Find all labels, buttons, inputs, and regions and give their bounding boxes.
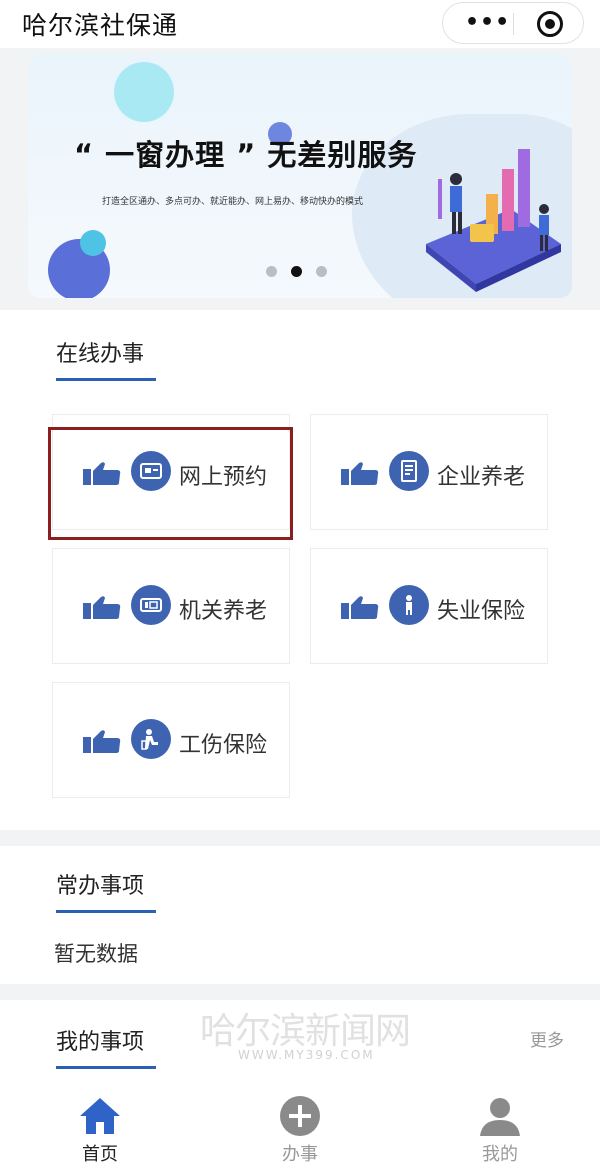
banner-tagline: 打造全区通办、多点可办、就近能办、网上易办、移动快办的模式: [102, 197, 364, 207]
section-title: 我的事项: [56, 1030, 145, 1055]
tab-services[interactable]: 办事: [240, 1086, 360, 1171]
section-underline: [56, 378, 156, 381]
watermark-url: WWW.MY399.COM: [238, 1048, 375, 1062]
pointing-hand-icon: [83, 730, 121, 753]
banner-carousel[interactable]: “ 一窗办理 ” 无差别服务 打造全区通办、多点可办、就近能办、网上易办、移动快…: [28, 54, 572, 298]
section-underline: [56, 1066, 156, 1069]
service-tile-agency-pension[interactable]: 机关养老: [52, 548, 290, 664]
carousel-dot[interactable]: [316, 266, 327, 277]
id-card-icon: [131, 585, 171, 625]
more-link[interactable]: 更多: [530, 1026, 564, 1051]
plus-circle-icon: [280, 1096, 320, 1136]
injury-icon: [131, 719, 171, 759]
tile-label: 工伤保险: [179, 733, 268, 758]
top-bar: 哈尔滨社保通 •••: [0, 0, 600, 48]
tile-label: 机关养老: [179, 599, 268, 624]
person-icon: [389, 585, 429, 625]
section-underline: [56, 910, 156, 913]
close-target-icon[interactable]: [537, 11, 563, 37]
tile-label: 企业养老: [437, 465, 526, 490]
user-icon: [480, 1098, 520, 1136]
service-tile-work-injury-insurance[interactable]: 工伤保险: [52, 682, 290, 798]
banner-headline: “ 一窗办理 ” 无差别服务: [74, 138, 418, 172]
decor-circle: [114, 62, 174, 122]
tab-home[interactable]: 首页: [40, 1086, 160, 1171]
mini-program-capsule: •••: [442, 2, 584, 44]
tab-mine[interactable]: 我的: [440, 1086, 560, 1171]
highlight-box: [48, 427, 293, 540]
pointing-hand-icon: [341, 596, 379, 619]
bottom-tab-bar: 首页 办事 我的: [0, 1086, 600, 1171]
decor-circle: [80, 230, 106, 256]
pointing-hand-icon: [341, 462, 379, 485]
service-tile-enterprise-pension[interactable]: 企业养老: [310, 414, 548, 530]
service-tile-unemployment-insurance[interactable]: 失业保险: [310, 548, 548, 664]
app-title: 哈尔滨社保通: [22, 11, 179, 40]
tab-label: 首页: [82, 1144, 118, 1165]
carousel-dot-active[interactable]: [291, 266, 302, 277]
more-menu-button[interactable]: •••: [465, 12, 510, 34]
tab-label: 办事: [282, 1144, 318, 1165]
pointing-hand-icon: [83, 596, 121, 619]
capsule-divider: [513, 13, 514, 35]
carousel-dot[interactable]: [266, 266, 277, 277]
empty-state-text: 暂无数据: [54, 942, 138, 966]
tile-label: 失业保险: [437, 599, 526, 624]
document-icon: [389, 451, 429, 491]
tab-label: 我的: [482, 1144, 518, 1165]
section-title: 常办事项: [56, 874, 145, 899]
banner-illustration-icon: [426, 149, 561, 292]
carousel-indicator: [266, 266, 327, 277]
watermark-logo: 哈尔滨新闻网: [200, 1011, 411, 1052]
home-icon: [80, 1098, 120, 1134]
section-title: 在线办事: [56, 342, 145, 367]
